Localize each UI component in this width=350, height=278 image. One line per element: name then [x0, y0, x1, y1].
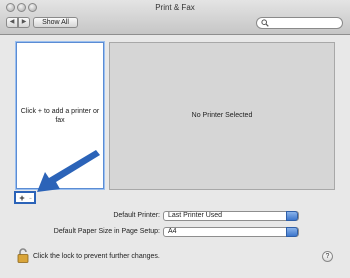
lock-message: Click the lock to prevent further change… — [33, 253, 160, 260]
default-printer-label: Default Printer: — [113, 212, 160, 219]
forward-button[interactable]: ▶ — [18, 17, 30, 28]
title-bar: Print & Fax ◀ ▶ Show All — [0, 0, 350, 35]
search-field[interactable] — [256, 17, 343, 29]
pointer-arrow-icon — [37, 150, 100, 192]
search-icon — [261, 19, 269, 27]
show-all-button[interactable]: Show All — [33, 17, 78, 28]
help-button[interactable]: ? — [322, 251, 333, 262]
print-fax-window: Print & Fax ◀ ▶ Show All Click + to add … — [0, 0, 350, 278]
add-printer-button[interactable]: + — [18, 194, 26, 203]
popup-arrows-icon — [286, 211, 298, 221]
remove-printer-button[interactable]: - — [27, 194, 34, 203]
paper-size-value: A4 — [168, 228, 177, 235]
default-printer-popup[interactable]: Last Printer Used — [163, 211, 299, 221]
default-printer-value: Last Printer Used — [168, 212, 223, 219]
paper-size-popup[interactable]: A4 — [163, 227, 299, 237]
printer-list-hint: Click + to add a printer or fax — [20, 108, 100, 124]
back-button[interactable]: ◀ — [6, 17, 18, 28]
no-printer-selected-label: No Printer Selected — [191, 112, 253, 119]
lock-icon[interactable] — [16, 247, 30, 263]
window-title: Print & Fax — [155, 3, 195, 12]
paper-size-label: Default Paper Size in Page Setup: — [53, 228, 160, 235]
popup-arrows-icon — [286, 227, 298, 237]
printer-detail-pane: No Printer Selected — [109, 42, 335, 190]
add-remove-highlight: + - — [14, 191, 36, 204]
